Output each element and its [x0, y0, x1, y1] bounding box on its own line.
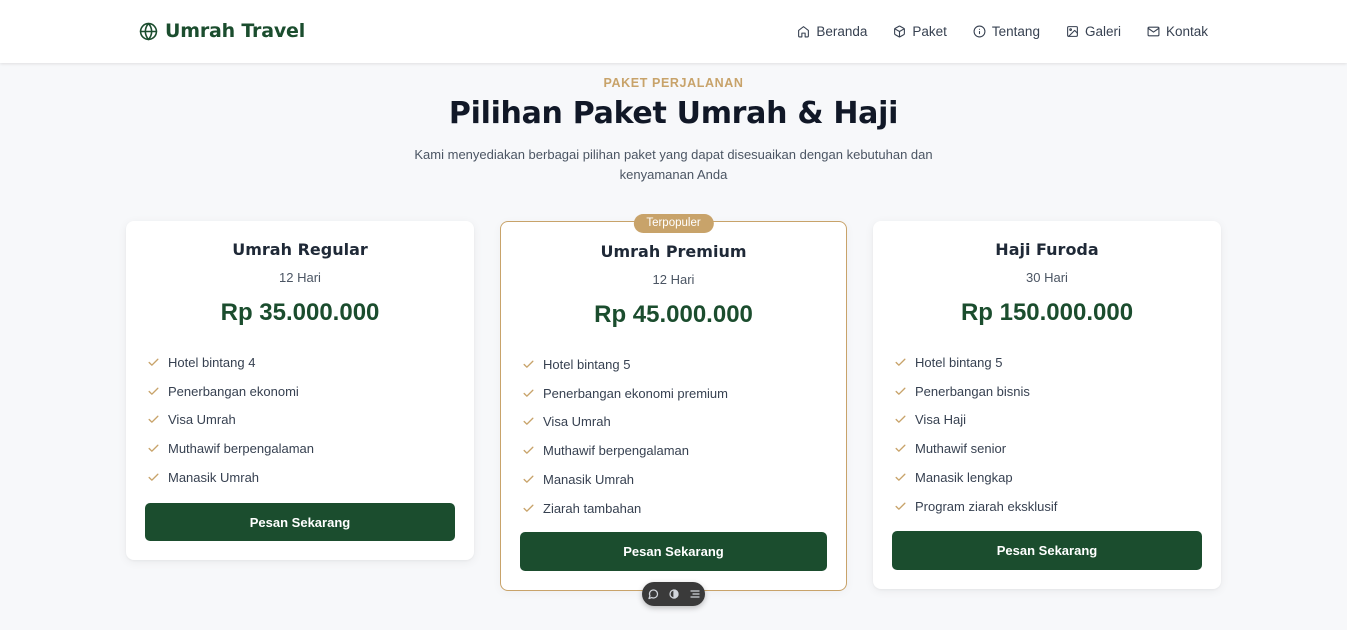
comment-icon[interactable]	[647, 588, 659, 600]
home-icon	[798, 25, 810, 37]
mail-icon	[1147, 26, 1160, 36]
feature-label: Ziarah tambahan	[543, 500, 642, 516]
feature-item: Visa Umrah	[522, 408, 728, 437]
floating-toolbar	[642, 582, 705, 606]
feature-item: Muthawif berpengalaman	[147, 434, 314, 463]
nav-label: Kontak	[1165, 23, 1208, 39]
feature-item: Manasik Umrah	[522, 465, 728, 494]
check-icon	[148, 444, 159, 453]
brand-name: Umrah Travel	[165, 20, 306, 42]
feature-item: Ziarah tambahan	[522, 494, 728, 523]
check-icon	[148, 473, 159, 481]
menu-icon[interactable]	[689, 588, 701, 600]
feature-item: Penerbangan bisnis	[894, 377, 1057, 406]
feature-label: Hotel bintang 5	[915, 354, 1003, 370]
feature-label: Penerbangan bisnis	[915, 383, 1030, 399]
check-icon	[895, 473, 906, 481]
globe-icon	[139, 22, 158, 40]
nav-item-kontak[interactable]: Kontak	[1147, 24, 1208, 39]
feature-item: Penerbangan ekonomi premium	[522, 379, 728, 408]
check-icon	[523, 504, 534, 512]
feature-item: Visa Umrah	[147, 406, 314, 435]
nav-item-tentang[interactable]: Tentang	[973, 24, 1040, 39]
check-icon	[895, 416, 906, 424]
feature-label: Visa Umrah	[543, 414, 611, 430]
check-icon	[148, 416, 159, 424]
navbar: Umrah Travel Beranda Paket Tentang Galer…	[0, 0, 1347, 63]
feature-list: Hotel bintang 5 Penerbangan ekonomi prem…	[522, 350, 728, 523]
package-title: Umrah Regular	[232, 240, 368, 259]
package-price: Rp 150.000.000	[960, 299, 1134, 326]
nav-item-beranda[interactable]: Beranda	[797, 24, 867, 39]
book-now-button[interactable]: Pesan Sekarang	[892, 531, 1202, 570]
check-icon	[523, 360, 534, 368]
feature-label: Visa Haji	[915, 412, 967, 428]
check-icon	[895, 502, 906, 510]
book-now-button[interactable]: Pesan Sekarang	[145, 503, 455, 541]
check-icon	[895, 387, 906, 395]
check-icon	[523, 389, 534, 397]
feature-item: Manasik lengkap	[894, 463, 1057, 492]
check-icon	[523, 418, 534, 426]
feature-label: Program ziarah eksklusif	[915, 498, 1058, 514]
nav-label: Galeri	[1084, 23, 1121, 39]
feature-item: Penerbangan ekonomi	[147, 377, 314, 406]
feature-label: Penerbangan ekonomi premium	[543, 385, 728, 401]
package-duration: 12 Hari	[652, 272, 695, 287]
feature-item: Visa Haji	[894, 406, 1057, 435]
feature-item: Hotel bintang 5	[894, 348, 1057, 377]
feature-label: Visa Umrah	[168, 412, 236, 428]
nav-label: Tentang	[991, 23, 1040, 39]
main-nav: Beranda Paket Tentang Galeri Kontak	[797, 20, 1208, 42]
package-duration: 30 Hari	[1026, 270, 1068, 285]
package-title: Umrah Premium	[600, 242, 747, 261]
check-icon	[523, 475, 534, 483]
package-price: Rp 35.000.000	[220, 299, 380, 326]
feature-item: Hotel bintang 4	[147, 348, 314, 377]
check-icon	[895, 444, 906, 453]
package-price: Rp 45.000.000	[594, 301, 753, 328]
feature-list: Hotel bintang 5 Penerbangan bisnis Visa …	[894, 348, 1057, 521]
feature-label: Manasik lengkap	[915, 470, 1013, 486]
package-card-umrah-premium: Terpopuler Umrah Premium 12 Hari Rp 45.0…	[500, 214, 847, 591]
feature-label: Manasik Umrah	[168, 470, 260, 486]
nav-label: Beranda	[816, 23, 868, 39]
package-title: Haji Furoda	[995, 240, 1099, 259]
package-icon	[894, 25, 906, 37]
feature-list: Hotel bintang 4 Penerbangan ekonomi Visa…	[147, 348, 314, 492]
feature-item: Muthawif berpengalaman	[522, 436, 728, 465]
info-icon	[973, 25, 986, 37]
section-subtitle: Kami menyediakan berbagai pilihan paket …	[414, 147, 933, 182]
feature-label: Penerbangan ekonomi	[168, 383, 299, 399]
nav-item-paket[interactable]: Paket	[893, 24, 947, 39]
section-title: Pilihan Paket Umrah & Haji	[448, 96, 899, 131]
feature-label: Muthawif berpengalaman	[168, 441, 314, 457]
check-icon	[148, 358, 159, 366]
feature-label: Hotel bintang 4	[168, 354, 256, 370]
check-icon	[895, 358, 906, 366]
feature-label: Manasik Umrah	[543, 472, 635, 488]
check-icon	[523, 446, 534, 455]
popular-badge: Terpopuler	[633, 214, 714, 233]
nav-label: Paket	[912, 23, 947, 39]
feature-item: Manasik Umrah	[147, 463, 314, 492]
package-card-haji-furoda: Haji Furoda 30 Hari Rp 150.000.000 Hotel…	[873, 221, 1221, 589]
section-eyebrow: PAKET PERJALANAN	[603, 76, 744, 90]
check-icon	[148, 387, 159, 395]
feature-item: Hotel bintang 5	[522, 350, 728, 379]
book-now-button[interactable]: Pesan Sekarang	[520, 532, 827, 571]
feature-item: Muthawif senior	[894, 434, 1057, 463]
feature-label: Hotel bintang 5	[543, 356, 631, 372]
feature-label: Muthawif senior	[915, 441, 1007, 457]
brand-logo[interactable]: Umrah Travel	[139, 18, 305, 44]
feature-label: Muthawif berpengalaman	[543, 443, 689, 459]
nav-item-galeri[interactable]: Galeri	[1066, 24, 1121, 39]
feature-item: Program ziarah eksklusif	[894, 492, 1057, 521]
image-icon	[1067, 25, 1078, 37]
toggle-icon[interactable]	[668, 588, 680, 600]
package-card-umrah-regular: Umrah Regular 12 Hari Rp 35.000.000 Hote…	[126, 221, 474, 560]
package-duration: 12 Hari	[279, 270, 321, 285]
